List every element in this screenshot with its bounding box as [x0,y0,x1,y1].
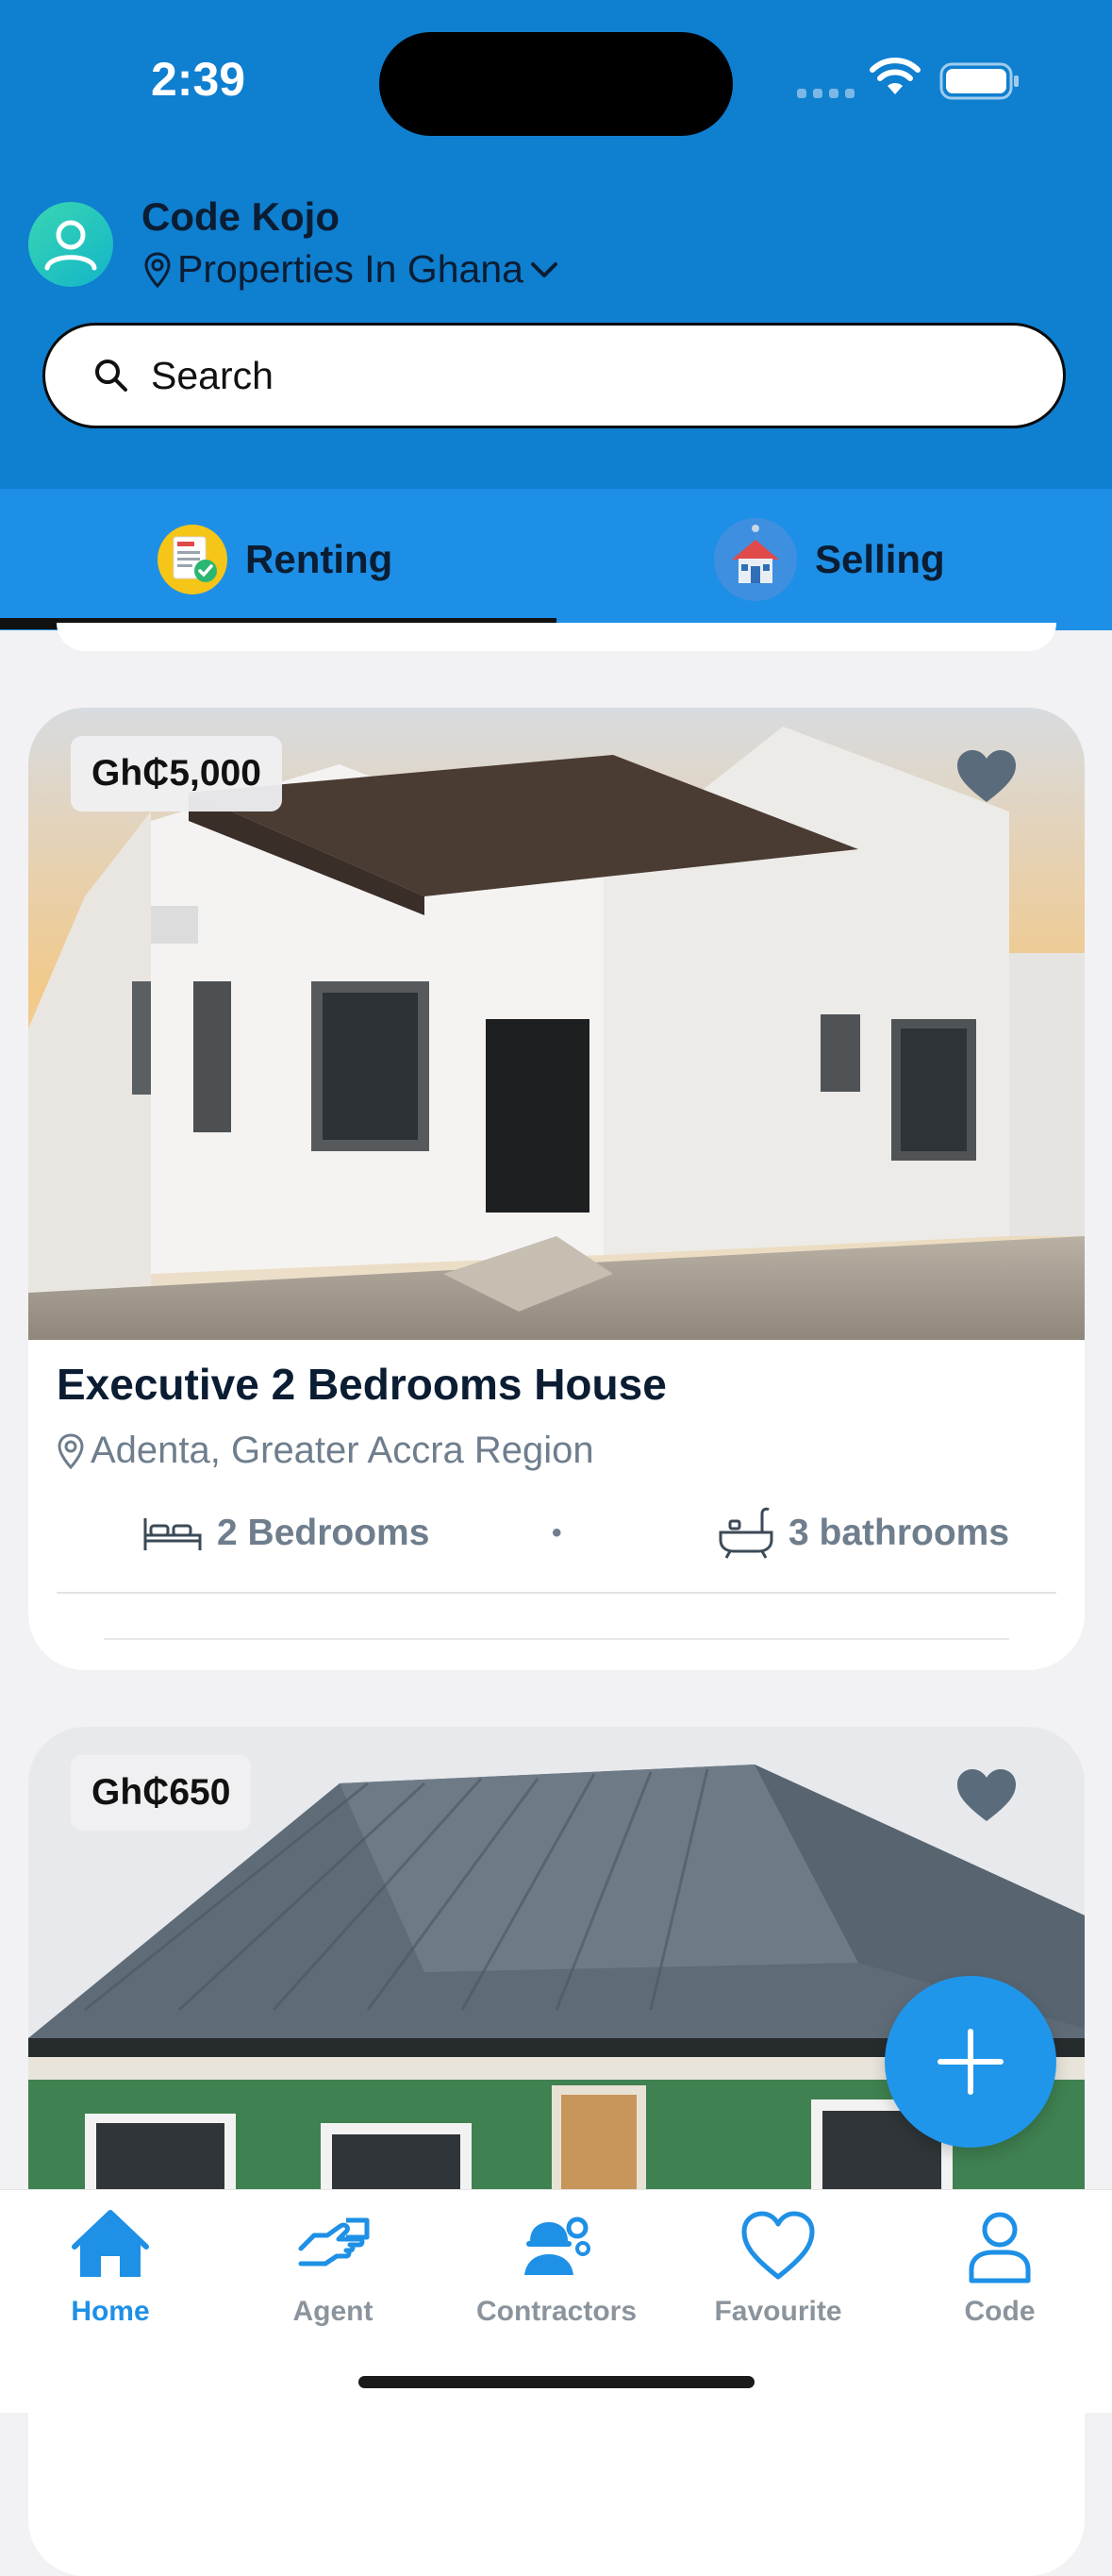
listing-card[interactable]: Gh₵650 [28,1727,1085,2576]
battery-icon [939,62,1019,100]
tab-label: Renting [245,537,393,581]
price-tag: Gh₵650 [71,1755,252,1831]
user-icon [969,2212,1031,2283]
property-photo[interactable]: Gh₵5,000 [28,708,1085,1340]
nav-label: Contractors [475,2296,638,2327]
nav-label: Home [71,2296,150,2327]
house-sale-icon [714,518,797,601]
chevron-down-icon [530,261,557,277]
tab-label: Selling [815,537,945,581]
separator-dot: • [552,1517,562,1548]
location-pin-icon [58,1432,84,1469]
nav-label: Agent [292,2296,373,2327]
nav-favourite[interactable]: Favourite [684,2207,872,2328]
search-icon [92,357,130,394]
bathrooms-info: 3 bathrooms [717,1500,1009,1566]
divider [104,1638,1009,1640]
heart-icon [741,2211,815,2280]
location-pin-icon [144,251,171,288]
user-icon [44,220,97,271]
bedrooms-label: 2 Bedrooms [217,1513,430,1553]
favorite-heart-icon[interactable] [954,1766,1019,1825]
rent-document-icon [158,525,227,594]
bathtub-icon [719,1507,773,1559]
listing-details: 2 Bedrooms • 3 bathrooms [113,1500,1019,1566]
nav-home[interactable]: Home [16,2207,205,2328]
listing-location: Adenta, Greater Accra Region [57,1430,594,1472]
divider [57,1592,1056,1594]
wifi-icon [870,58,921,94]
listing-location-text: Adenta, Greater Accra Region [91,1430,594,1471]
nav-contractors[interactable]: Contractors [462,2207,651,2328]
nav-label: Code [964,2296,1036,2327]
search-bar[interactable] [42,323,1066,428]
price-tag: Gh₵5,000 [71,736,282,811]
dynamic-island [379,32,733,136]
location-label: Properties In Ghana [177,247,523,291]
previous-card-bottom [57,623,1056,651]
contractors-icon [524,2216,590,2275]
plus-icon [938,2029,1004,2095]
add-listing-button[interactable] [885,1976,1056,2148]
nav-agent[interactable]: Agent [239,2207,427,2328]
home-indicator [358,2376,755,2388]
agent-icon [298,2217,370,2267]
category-tabs: Renting Selling [0,489,1112,630]
avatar[interactable] [28,202,113,287]
user-name: Code Kojo [141,194,340,239]
bed-icon [143,1518,202,1550]
app-header: 2:39 Code Kojo Properties In Ghana [0,0,1112,489]
listing-title: Executive 2 Bedrooms House [57,1360,667,1409]
cellular-signal-icon [797,89,855,98]
favorite-heart-icon[interactable] [954,747,1019,806]
location-selector[interactable]: Properties In Ghana [143,247,559,292]
tab-selling[interactable]: Selling [713,489,945,630]
listing-card[interactable]: Gh₵5,000 Executive 2 Bedrooms House Aden… [28,708,1085,1670]
bedrooms-info: 2 Bedrooms [141,1500,429,1566]
nav-code[interactable]: Code [905,2207,1094,2328]
nav-label: Favourite [714,2296,842,2327]
tab-renting[interactable]: Renting [157,489,392,630]
status-time: 2:39 [151,53,246,106]
home-icon [72,2210,149,2277]
search-input[interactable] [149,352,1002,399]
bathrooms-label: 3 bathrooms [788,1513,1010,1553]
